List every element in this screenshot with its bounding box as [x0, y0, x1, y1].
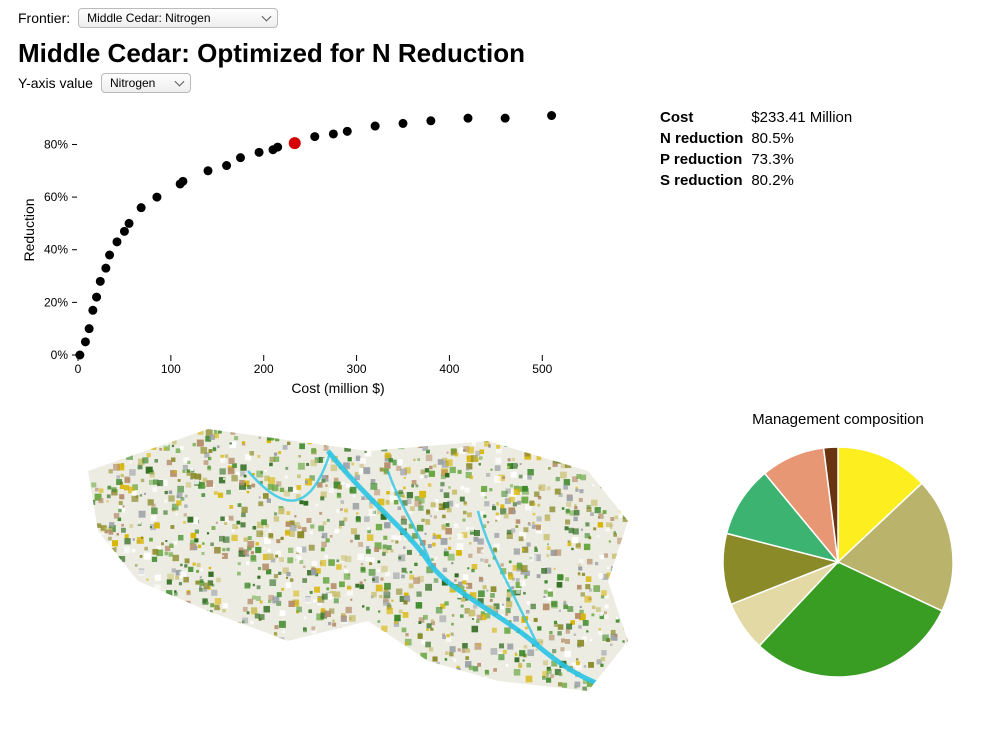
stats-value-cost: $233.41 Million [751, 109, 858, 128]
frontier-select-wrap: Middle Cedar: Nitrogen [78, 8, 278, 28]
yaxis-label: Y-axis value [18, 75, 93, 91]
svg-text:80%: 80% [44, 137, 68, 151]
stats-row-cost: Cost $233.41 Million [660, 109, 858, 128]
scatter-point[interactable] [273, 143, 282, 152]
scatter-point[interactable] [85, 324, 94, 333]
stats-row-p: P reduction 73.3% [660, 151, 858, 170]
stats-label-p: P reduction [660, 151, 749, 170]
svg-text:100: 100 [161, 362, 181, 376]
scatter-point[interactable] [343, 127, 352, 136]
scatter-point[interactable] [92, 293, 101, 302]
stats-row-s: S reduction 80.2% [660, 172, 858, 191]
page-title: Middle Cedar: Optimized for N Reduction [18, 38, 974, 69]
scatter-point[interactable] [371, 122, 380, 131]
stats-value-s: 80.2% [751, 172, 858, 191]
stats-label-s: S reduction [660, 172, 749, 191]
scatter-point[interactable] [96, 277, 105, 286]
scatter-point[interactable] [547, 111, 556, 120]
scatter-point[interactable] [464, 114, 473, 123]
scatter-point[interactable] [105, 251, 114, 260]
svg-text:60%: 60% [44, 190, 68, 204]
scatter-point[interactable] [152, 193, 161, 202]
scatter-point[interactable] [501, 114, 510, 123]
frontier-scatter-chart[interactable]: 0% 20% 40% 60% 80% 0 100 200 300 400 500 Cost (mill… [18, 95, 618, 405]
svg-text:200: 200 [254, 362, 274, 376]
watershed-map [68, 411, 688, 711]
svg-text:Cost (million $): Cost (million $) [291, 380, 384, 396]
frontier-select[interactable]: Middle Cedar: Nitrogen [78, 8, 278, 28]
scatter-point[interactable] [120, 227, 129, 236]
scatter-point[interactable] [236, 153, 245, 162]
stats-value-p: 73.3% [751, 151, 858, 170]
svg-text:300: 300 [347, 362, 367, 376]
pie-title: Management composition [708, 411, 968, 428]
scatter-point[interactable] [426, 116, 435, 125]
scatter-point[interactable] [329, 129, 338, 138]
scatter-point[interactable] [255, 148, 264, 157]
scatter-point[interactable] [125, 219, 134, 228]
scatter-point[interactable] [310, 132, 319, 141]
stats-panel: Cost $233.41 Million N reduction 80.5% P… [658, 107, 860, 193]
yaxis-select[interactable]: Nitrogen [101, 73, 191, 93]
stats-label-n: N reduction [660, 130, 749, 149]
svg-text:20%: 20% [44, 295, 68, 309]
scatter-point[interactable] [222, 161, 231, 170]
scatter-point[interactable] [204, 166, 213, 175]
scatter-point[interactable] [75, 351, 84, 360]
scatter-point[interactable] [137, 203, 146, 212]
svg-text:0%: 0% [51, 348, 69, 362]
stats-value-n: 80.5% [751, 130, 858, 149]
scatter-point[interactable] [88, 306, 97, 315]
scatter-point[interactable] [399, 119, 408, 128]
svg-text:0: 0 [75, 362, 82, 376]
frontier-label: Frontier: [18, 10, 70, 26]
scatter-point[interactable] [178, 177, 187, 186]
yaxis-select-wrap: Nitrogen [101, 73, 191, 93]
svg-text:400: 400 [439, 362, 459, 376]
svg-text:Reduction: Reduction [21, 198, 37, 261]
scatter-point-selected[interactable] [289, 137, 301, 149]
svg-text:40%: 40% [44, 243, 68, 257]
scatter-point[interactable] [101, 264, 110, 273]
scatter-point[interactable] [113, 237, 122, 246]
stats-label-cost: Cost [660, 109, 749, 128]
svg-text:500: 500 [532, 362, 552, 376]
management-pie-chart[interactable] [708, 432, 968, 692]
stats-row-n: N reduction 80.5% [660, 130, 858, 149]
scatter-point[interactable] [81, 337, 90, 346]
